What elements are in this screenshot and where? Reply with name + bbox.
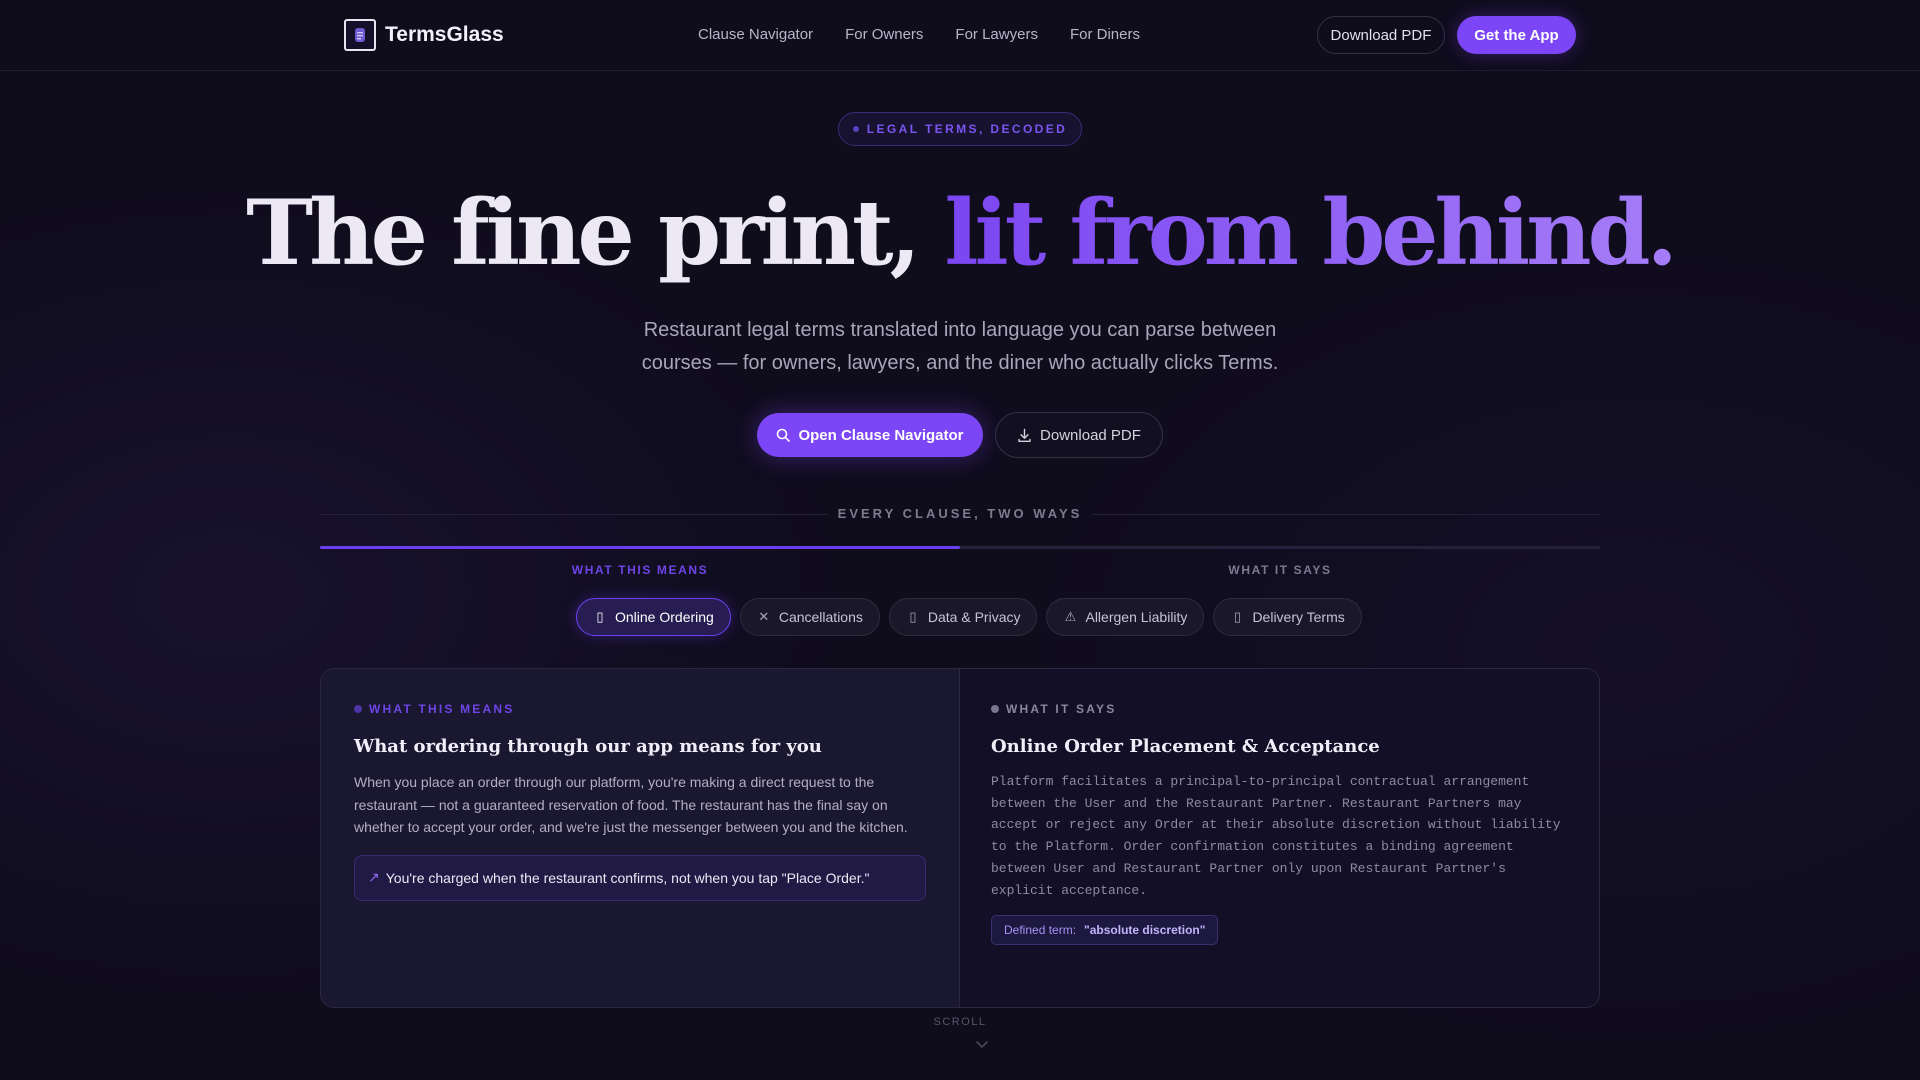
open-clause-navigator-button[interactable]: Open Clause Navigator	[757, 413, 983, 457]
hero-headline: The fine print, lit from behind.	[0, 178, 1920, 288]
headline-plain: The fine print,	[246, 180, 945, 286]
chip-online-ordering[interactable]: ▯ Online Ordering	[576, 598, 731, 636]
nav-links: Clause Navigator For Owners For Lawyers …	[698, 26, 1140, 43]
chip-label: Cancellations	[778, 609, 863, 625]
defined-term-label: Defined term:	[1004, 923, 1077, 938]
download-icon	[1018, 428, 1031, 442]
nav-link-for-diners[interactable]: For Diners	[1070, 26, 1140, 43]
legal-body: Platform facilitates a principal-to-prin…	[991, 774, 1561, 898]
section-label: EVERY CLAUSE, TWO WAYS	[837, 506, 1083, 521]
legal-kicker: WHAT IT SAYS	[991, 702, 1568, 716]
search-icon	[777, 428, 791, 442]
receipt-icon: ▯	[596, 609, 604, 624]
hero-badge: LEGAL TERMS, DECODED	[838, 112, 1082, 146]
charge-callout: ↗ You're charged when the restaurant con…	[354, 854, 926, 901]
hero-download-pdf-label: Download PDF	[1040, 426, 1141, 444]
clause-chips: ▯ Online Ordering ✕ Cancellations ▯ Data…	[576, 598, 1362, 636]
nav-link-for-lawyers[interactable]: For Lawyers	[955, 26, 1038, 43]
view-progress-track[interactable]	[320, 546, 1600, 549]
view-progress-fill	[320, 546, 960, 549]
plain-body: When you place an order through our plat…	[354, 774, 908, 835]
kicker-dot-icon	[991, 705, 999, 713]
chip-label: Delivery Terms	[1252, 609, 1345, 625]
warning-icon: ⚠	[1064, 609, 1077, 624]
legal-text-pane: WHAT IT SAYS Online Order Placement & Ac…	[960, 669, 1599, 1007]
lock-icon: ▯	[909, 609, 917, 624]
brand-name: TermsGlass	[385, 23, 504, 46]
clause-panel: WHAT THIS MEANS What ordering through ou…	[320, 668, 1600, 1008]
kicker-dot-icon	[354, 705, 362, 713]
defined-term-tag[interactable]: Defined term: "absolute discretion"	[991, 915, 1219, 946]
chip-label: Online Ordering	[615, 609, 714, 625]
scroll-hint: SCROLL	[933, 1016, 987, 1028]
callout-text: You're charged when the restaurant confi…	[385, 869, 870, 886]
badge-label: LEGAL TERMS, DECODED	[866, 122, 1068, 136]
brand-logo[interactable]: TermsGlass	[344, 19, 504, 51]
close-icon: ✕	[758, 609, 770, 624]
chip-data-privacy[interactable]: ▯ Data & Privacy	[888, 598, 1038, 636]
plain-kicker-label: WHAT THIS MEANS	[369, 702, 515, 716]
nav-link-for-owners[interactable]: For Owners	[845, 26, 923, 43]
nav-link-clause-navigator[interactable]: Clause Navigator	[698, 26, 813, 43]
plain-kicker: WHAT THIS MEANS	[354, 702, 926, 716]
hero-subtitle: Restaurant legal terms translated into l…	[641, 319, 1279, 374]
hero-download-pdf-button[interactable]: Download PDF	[995, 412, 1163, 458]
plain-title: What ordering through our app means for …	[354, 736, 822, 757]
truck-icon: ▯	[1233, 609, 1242, 624]
top-nav: TermsGlass Clause Navigator For Owners F…	[0, 0, 1920, 71]
chip-label: Allergen Liability	[1085, 609, 1188, 625]
chip-allergen-liability[interactable]: ⚠ Allergen Liability	[1046, 598, 1205, 636]
get-the-app-button[interactable]: Get the App	[1457, 16, 1576, 54]
arrow-up-right-icon: ↗	[368, 869, 380, 885]
nav-download-pdf-button[interactable]: Download PDF	[1317, 16, 1445, 54]
chevron-down-icon	[976, 1041, 988, 1049]
badge-dot-icon	[852, 126, 859, 132]
chip-delivery-terms[interactable]: ▯ Delivery Terms	[1213, 598, 1362, 636]
logo-icon	[344, 19, 376, 51]
tab-what-it-says[interactable]: WHAT IT SAYS	[960, 563, 1600, 577]
plain-language-pane: WHAT THIS MEANS What ordering through ou…	[321, 669, 960, 1007]
defined-term-value: "absolute discretion"	[1084, 923, 1206, 938]
chip-label: Data & Privacy	[927, 609, 1021, 625]
tab-what-this-means[interactable]: WHAT THIS MEANS	[320, 563, 960, 577]
headline-accent: lit from behind.	[944, 180, 1678, 286]
open-clause-navigator-label: Open Clause Navigator	[798, 426, 964, 444]
legal-kicker-label: WHAT IT SAYS	[1006, 702, 1117, 716]
legal-title: Online Order Placement & Acceptance	[991, 736, 1380, 757]
chip-cancellations[interactable]: ✕ Cancellations	[739, 598, 880, 636]
